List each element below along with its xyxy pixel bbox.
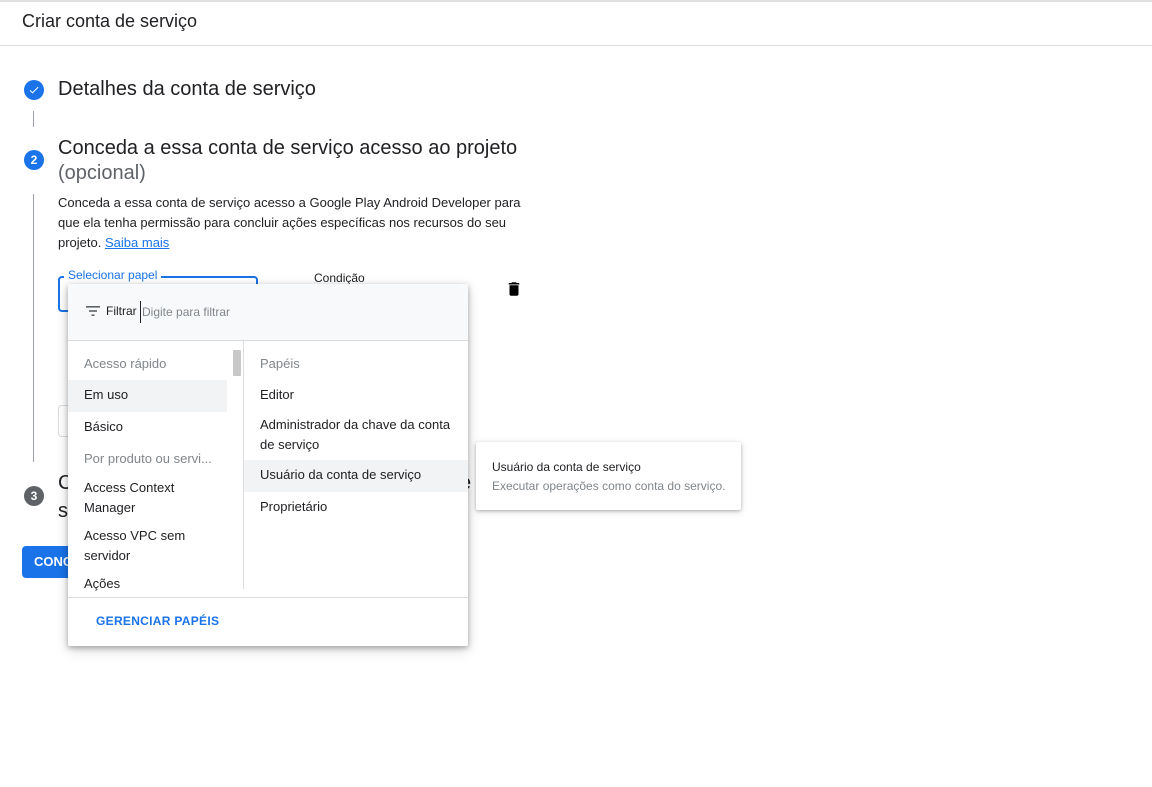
category-item-acoes[interactable]: Ações — [84, 574, 120, 591]
category-item-basico[interactable]: Básico — [84, 417, 123, 437]
page-title: Criar conta de serviço — [22, 11, 198, 31]
condition-label: Condição — [314, 271, 365, 285]
category-item-acesso-vpc[interactable]: Acesso VPC sem servidor — [84, 526, 194, 566]
role-select-label: Selecionar papel — [64, 268, 162, 282]
dropdown-footer: GERENCIAR PAPÉIS — [68, 597, 468, 646]
step2-title: Conceda a essa conta de serviço acesso a… — [58, 137, 518, 159]
role-item-usuario-conta[interactable]: Usuário da conta de serviço — [260, 465, 421, 485]
category-list[interactable]: Acesso rápido Em uso Básico Por produto … — [68, 341, 244, 591]
role-item-admin-chave[interactable]: Administrador da chave da conta de servi… — [260, 415, 460, 455]
role-item-editor[interactable]: Editor — [260, 385, 294, 405]
filter-label: Filtrar — [106, 304, 137, 318]
category-item-access-context-manager[interactable]: Access Context Manager — [84, 478, 194, 518]
category-item-em-uso[interactable]: Em uso — [84, 385, 128, 405]
tooltip-title: Usuário da conta de serviço — [492, 460, 641, 474]
page-header: Criar conta de serviço — [0, 2, 1152, 46]
learn-more-link[interactable]: Saiba mais — [105, 235, 169, 250]
roles-header: Papéis — [260, 356, 300, 371]
step3-title-line2: s — [58, 500, 68, 522]
role-dropdown: Filtrar Acesso rápido Em uso Básico Por … — [68, 284, 468, 646]
role-tooltip: Usuário da conta de serviço Executar ope… — [476, 442, 741, 510]
filter-icon — [86, 306, 100, 316]
step3-number: 3 — [24, 486, 44, 506]
filter-input[interactable] — [140, 301, 440, 323]
manage-roles-button[interactable]: GERENCIAR PAPÉIS — [96, 614, 219, 628]
step1-title[interactable]: Detalhes da conta de serviço — [58, 78, 316, 101]
step-connector — [33, 194, 34, 462]
role-item-proprietario[interactable]: Proprietário — [260, 497, 327, 517]
step2-description: Conceda a essa conta de serviço acesso a… — [58, 193, 528, 253]
category-header: Acesso rápido — [84, 356, 167, 371]
step1-check-icon — [24, 80, 44, 100]
step-connector — [33, 111, 34, 127]
scrollbar-thumb[interactable] — [233, 350, 241, 376]
role-list[interactable]: Papéis Editor Administrador da chave da … — [244, 341, 468, 591]
category-header: Por produto ou servi... — [84, 451, 212, 466]
step2-optional-label: (opcional) — [58, 162, 146, 184]
step2-number: 2 — [24, 150, 44, 170]
delete-icon[interactable] — [505, 280, 523, 298]
tooltip-description: Executar operações como conta do serviço… — [492, 479, 726, 493]
filter-bar: Filtrar — [68, 284, 468, 341]
